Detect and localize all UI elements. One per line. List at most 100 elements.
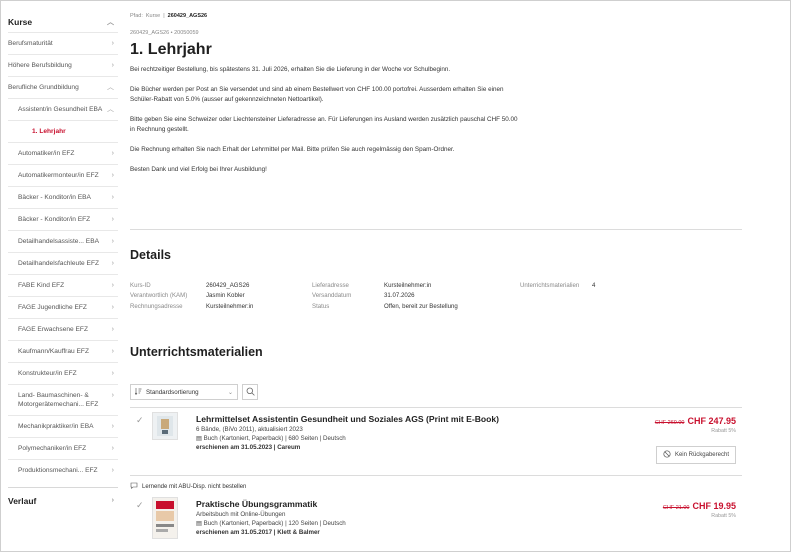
sort-icon bbox=[134, 387, 142, 397]
details-key: Versanddatum bbox=[312, 292, 352, 300]
sort-select[interactable]: Standardsortierung ⌄ bbox=[130, 384, 238, 400]
chevron-right-icon: › bbox=[111, 445, 114, 452]
sort-select-value: Standardsortierung bbox=[146, 388, 199, 396]
details-value: Jasmin Kobler bbox=[206, 292, 245, 300]
sidebar-item-fage-jugendliche[interactable]: FAGE Jugendliche EFZ › bbox=[8, 296, 118, 318]
chevron-up-icon: ︿ bbox=[107, 106, 114, 113]
chevron-up-icon: ︿ bbox=[107, 18, 114, 26]
sidebar: Kurse ︿ Berufsmaturität › Höhere Berufsbi… bbox=[8, 12, 118, 552]
chevron-right-icon: › bbox=[111, 497, 114, 504]
sidebar-item-mechanikpraktiker[interactable]: Mechanikpraktiker/in EBA › bbox=[8, 415, 118, 437]
info-paragraph: Bei rechtzeitiger Bestellung, bis spätes… bbox=[130, 66, 451, 73]
search-button[interactable] bbox=[242, 384, 258, 400]
info-paragraph: Bitte geben Sie eine Schweizer oder Liec… bbox=[130, 116, 518, 133]
product-cover-image bbox=[152, 412, 178, 440]
details-key: Unterrichtsmaterialien bbox=[520, 281, 580, 289]
details-row: Verantwortlich (KAM) Jasmin Kobler Versa… bbox=[130, 291, 742, 302]
breadcrumb-label: Pfad: bbox=[130, 13, 143, 19]
sidebar-item-konstrukteur[interactable]: Konstrukteur/in EFZ › bbox=[8, 362, 118, 384]
details-value: 4 bbox=[592, 281, 596, 289]
sidebar-item-automatikermonteur[interactable]: Automatikermonteur/in EFZ › bbox=[8, 164, 118, 186]
no-return-badge: Kein Rückgaberecht bbox=[655, 446, 736, 464]
sidebar-item-1-lehrjahr[interactable]: 1. Lehrjahr bbox=[8, 120, 118, 142]
divider bbox=[130, 229, 742, 230]
details-key: Lieferadresse bbox=[312, 281, 349, 289]
info-paragraph: Die Rechnung erhalten Sie nach Erhalt de… bbox=[130, 146, 455, 154]
sidebar-item-berufliche-grundbildung[interactable]: Berufliche Grundbildung ︿ bbox=[8, 76, 118, 98]
chevron-right-icon: › bbox=[111, 40, 114, 47]
details-row: Rechnungsadresse Kursteilnehmer:in Statu… bbox=[130, 301, 742, 312]
main-content: Pfad: Kurse | 260429_AGS26 260429_AGS26 … bbox=[130, 12, 745, 539]
checkmark-icon[interactable]: ✓ bbox=[136, 500, 146, 510]
details-value: 31.07.2026 bbox=[384, 292, 415, 300]
details-grid: Kurs-ID 260429_AGS26 Lieferadresse Kurst… bbox=[130, 280, 742, 312]
checkmark-icon[interactable]: ✓ bbox=[136, 415, 146, 425]
chevron-right-icon: › bbox=[111, 62, 114, 69]
sidebar-item-baecker-efz[interactable]: Bäcker - Konditor/in EFZ › bbox=[8, 208, 118, 230]
book-icon: ▤ bbox=[196, 520, 204, 527]
sidebar-item-fage-erwachsene[interactable]: FAGE Erwachsene EFZ › bbox=[8, 318, 118, 340]
product-item: ✓ Lehrmittelset Assistentin Gesundheit u… bbox=[130, 412, 742, 464]
sidebar-item-polymechaniker[interactable]: Polymechaniker/in EFZ › bbox=[8, 437, 118, 459]
current-price: CHF 19.95 bbox=[692, 501, 736, 511]
product-format: Buch (Kartoniert, Paperback) | 680 Seite… bbox=[203, 435, 346, 442]
product-title[interactable]: Lehrmittelset Assistentin Gesundheit und… bbox=[196, 414, 499, 425]
sidebar-item-kaufmann[interactable]: Kaufmann/Kauffrau EFZ › bbox=[8, 340, 118, 362]
chevron-up-icon: ︿ bbox=[107, 84, 114, 91]
product-published: erschienen am 31.05.2017 | Klett & Balme… bbox=[196, 529, 320, 536]
sidebar-item-hoehere-berufsbildung[interactable]: Höhere Berufsbildung › bbox=[8, 54, 118, 76]
chevron-right-icon: › bbox=[111, 423, 114, 430]
sidebar-item-berufsmaturitaet[interactable]: Berufsmaturität › bbox=[8, 32, 118, 54]
sidebar-section-label: Kurse bbox=[8, 17, 33, 27]
no-entry-icon bbox=[663, 450, 671, 460]
sidebar-section-verlauf[interactable]: Verlauf › bbox=[8, 487, 118, 507]
product-price: CHF 260.00 CHF 247.95 Rabatt 5% bbox=[655, 416, 736, 434]
speech-bubble-icon bbox=[130, 482, 138, 491]
product-published: erschienen am 31.05.2023 | Careum bbox=[196, 444, 301, 451]
course-id-line: 260429_AGS26 • 20050059 bbox=[130, 30, 199, 36]
breadcrumb-link-kurse[interactable]: Kurse bbox=[146, 13, 160, 19]
info-paragraph: Besten Dank und viel Erfolg bei Ihrer Au… bbox=[130, 166, 267, 174]
product-notice: Lernende mit ABU-Disp. nicht bestellen bbox=[130, 482, 246, 491]
product-title[interactable]: Praktische Übungsgrammatik bbox=[196, 499, 346, 510]
details-value: Kursteilnehmer:in bbox=[384, 281, 432, 289]
chevron-right-icon: › bbox=[111, 304, 114, 311]
details-key: Status bbox=[312, 302, 330, 310]
sidebar-item-produktionsmechaniker[interactable]: Produktionsmechani... EFZ › bbox=[8, 459, 118, 481]
chevron-right-icon: › bbox=[111, 348, 114, 355]
details-key: Kurs-ID bbox=[130, 281, 151, 289]
chevron-right-icon: › bbox=[111, 238, 114, 245]
details-key: Verantwortlich (KAM) bbox=[130, 292, 188, 300]
sidebar-item-detailhandelsassistent[interactable]: Detailhandelsassiste... EBA › bbox=[8, 230, 118, 252]
discount-label: Rabatt 5% bbox=[711, 513, 736, 519]
product-item: ✓ Praktische Übungsgrammatik Arbeitsbuch… bbox=[130, 497, 742, 552]
details-value: 260429_AGS26 bbox=[206, 281, 250, 289]
details-value: Offen, bereit zur Bestellung bbox=[384, 302, 458, 310]
product-subtitle: 6 Bände, (BiVo 2011), aktualisiert 2023 bbox=[196, 426, 303, 433]
sidebar-item-baecker-eba[interactable]: Bäcker - Konditor/in EBA › bbox=[8, 186, 118, 208]
product-text: Praktische Übungsgrammatik Arbeitsbuch m… bbox=[196, 499, 346, 537]
breadcrumb-current: 260429_AGS26 bbox=[167, 13, 208, 19]
sidebar-item-assistent-gesundheit[interactable]: Assistent/in Gesundheit EBA ︿ bbox=[8, 98, 118, 120]
product-subtitle: Arbeitsbuch mit Online-Übungen bbox=[196, 511, 286, 518]
details-row: Kurs-ID 260429_AGS26 Lieferadresse Kurst… bbox=[130, 280, 742, 291]
current-price: CHF 247.95 bbox=[687, 416, 736, 426]
details-key: Rechnungsadresse bbox=[130, 302, 183, 310]
sidebar-item-automatiker[interactable]: Automatiker/in EFZ › bbox=[8, 142, 118, 164]
old-price: CHF 260.00 bbox=[654, 420, 685, 426]
chevron-right-icon: › bbox=[111, 467, 114, 474]
chevron-right-icon: › bbox=[111, 260, 114, 267]
sidebar-section-label: Verlauf bbox=[8, 495, 37, 506]
sidebar-section-kurse[interactable]: Kurse ︿ bbox=[8, 12, 118, 32]
sidebar-item-detailhandelsfachleute[interactable]: Detailhandelsfachleute EFZ › bbox=[8, 252, 118, 274]
chevron-right-icon: › bbox=[111, 370, 114, 377]
chevron-right-icon: › bbox=[111, 326, 114, 333]
materials-heading: Unterrichtsmaterialien bbox=[130, 345, 263, 359]
product-format-line: ▤ Buch (Kartoniert, Paperback) | 680 Sei… bbox=[196, 434, 499, 443]
chevron-right-icon: › bbox=[111, 282, 114, 289]
sidebar-item-fabe-kind[interactable]: FABE Kind EFZ › bbox=[8, 274, 118, 296]
breadcrumb: Pfad: Kurse | 260429_AGS26 bbox=[130, 12, 745, 20]
breadcrumb-separator: | bbox=[163, 13, 165, 19]
sidebar-item-land-baumaschinen[interactable]: Land- Baumaschinen- & Motorgerätemechani… bbox=[8, 384, 118, 415]
details-value: Kursteilnehmer:in bbox=[206, 302, 254, 310]
